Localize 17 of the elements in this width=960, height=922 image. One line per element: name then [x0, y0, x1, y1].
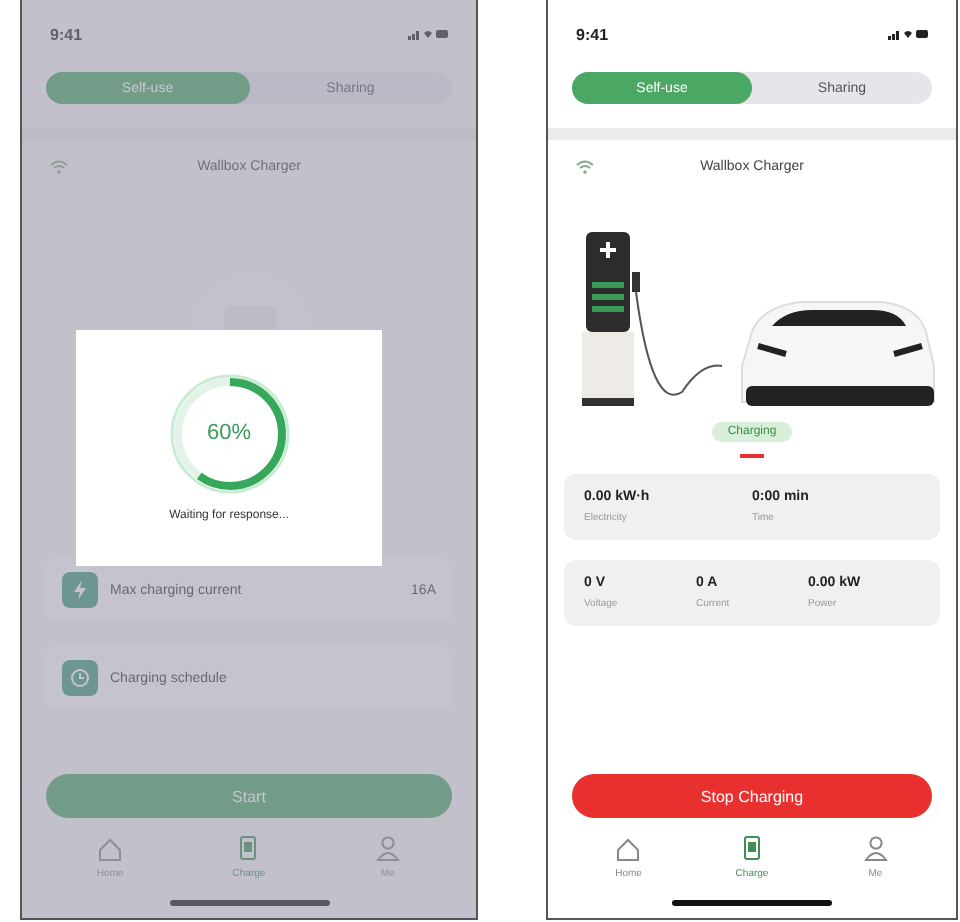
status-time: 9:41 [50, 25, 83, 43]
status-icons [408, 28, 448, 40]
status-icons [888, 28, 928, 40]
lightning-icon [62, 572, 98, 608]
progress-percent: 60% [206, 423, 252, 445]
home-icon [96, 834, 125, 862]
home-icon [614, 834, 643, 862]
clock-icon [62, 660, 98, 696]
person-icon [861, 834, 890, 862]
phone-icon [738, 834, 766, 862]
status-time: 9:41 [576, 25, 609, 43]
progress-ring [169, 374, 289, 494]
wifi-icon [576, 160, 594, 174]
start-button[interactable]: Start [46, 774, 452, 818]
person-icon [373, 834, 402, 862]
wifi-icon [50, 160, 68, 174]
stop-button[interactable]: Stop Charging [572, 774, 932, 818]
